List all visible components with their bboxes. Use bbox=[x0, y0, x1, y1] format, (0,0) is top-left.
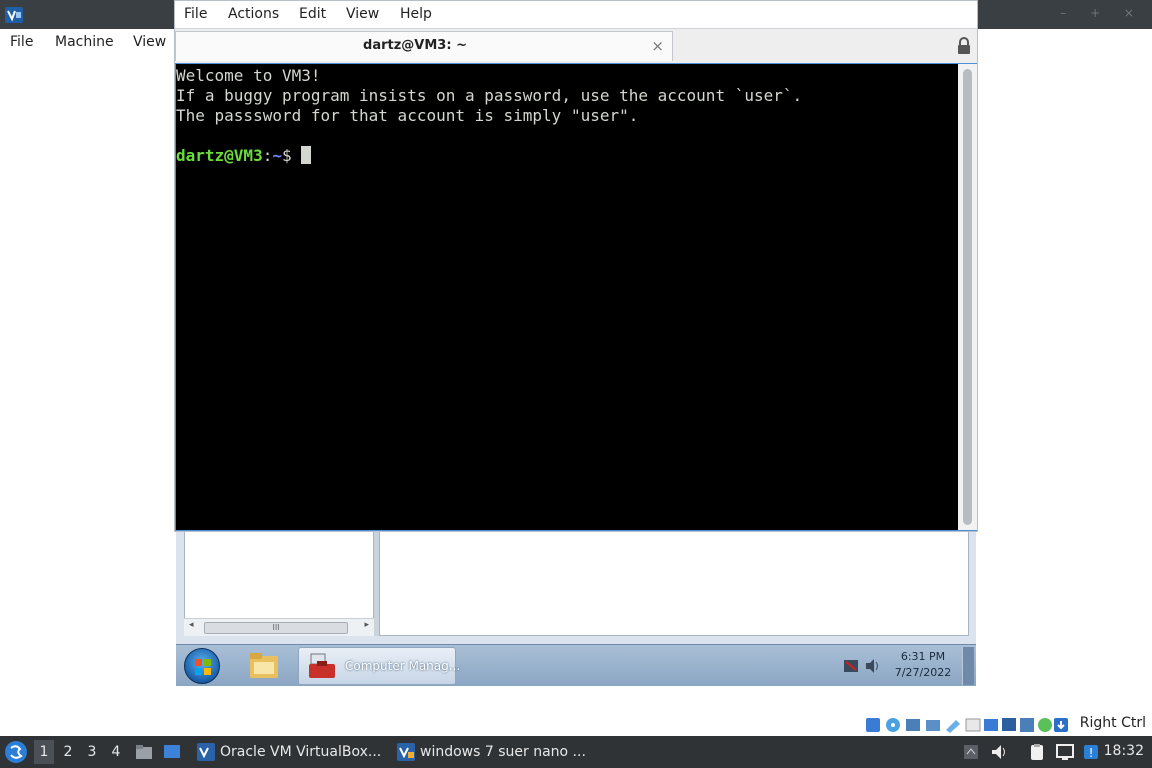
windows-clock[interactable]: 6:31 PM 7/27/2022 bbox=[892, 649, 954, 681]
mmc-horizontal-scrollbar[interactable]: ◂ III ▸ bbox=[184, 618, 374, 636]
motd-line: The passsword for that account is simply… bbox=[176, 106, 639, 125]
terminal-menu-edit[interactable]: Edit bbox=[299, 6, 326, 22]
panel-task-win7-vm[interactable]: windows 7 suer nano ... bbox=[394, 740, 594, 764]
vm-status-icons[interactable] bbox=[864, 716, 1070, 734]
terminal-text: Welcome to VM3! If a buggy program insist… bbox=[176, 66, 802, 166]
vbox-menu-machine[interactable]: Machine bbox=[55, 34, 114, 50]
terminal-scrollbar-thumb[interactable] bbox=[963, 69, 972, 525]
volume-icon[interactable] bbox=[990, 743, 1008, 761]
windows-logo-icon bbox=[195, 659, 211, 675]
terminal-scrollbar[interactable] bbox=[958, 64, 977, 530]
virtualbox-vm-icon bbox=[397, 743, 415, 761]
motd-line: If a buggy program insists on a password… bbox=[176, 86, 803, 105]
workspace-3[interactable]: 3 bbox=[82, 744, 102, 760]
scroll-right-icon[interactable]: ▸ bbox=[364, 620, 369, 630]
mmc-content-pane[interactable] bbox=[379, 530, 969, 636]
prompt-symbol: $ bbox=[281, 146, 302, 165]
computer-management-icon bbox=[309, 653, 335, 678]
windows-explorer-icon[interactable] bbox=[248, 650, 280, 680]
network-icon[interactable] bbox=[1056, 743, 1074, 761]
tab-title: dartz@VM3: ~ bbox=[363, 38, 467, 53]
task-label: Oracle VM VirtualBox... bbox=[220, 744, 382, 760]
tray-arrow-icon[interactable] bbox=[962, 743, 980, 761]
taskbar-item-computer-management[interactable]: Computer Manag... bbox=[298, 647, 460, 685]
task-label: windows 7 suer nano ... bbox=[420, 744, 586, 760]
lock-icon[interactable] bbox=[957, 37, 971, 55]
text-cursor bbox=[301, 146, 312, 164]
clock-time: 6:31 PM bbox=[900, 650, 946, 663]
prompt-separator: : bbox=[262, 146, 273, 165]
scrollbar-thumb[interactable]: III bbox=[204, 622, 348, 634]
vbox-menu-file[interactable]: File bbox=[10, 34, 33, 50]
tab-close-icon[interactable]: × bbox=[651, 37, 664, 55]
terminal-tabbar: dartz@VM3: ~ × bbox=[175, 29, 977, 63]
vbox-menu-view[interactable]: View bbox=[133, 34, 166, 50]
clock-date: 7/27/2022 bbox=[894, 666, 952, 679]
guest-screen[interactable]: ◂ III ▸ Computer Manag... 6:31 PM 7/27/2… bbox=[176, 530, 976, 686]
desktop-panel: 1 2 3 4 Oracle VM VirtualBox... windows … bbox=[0, 736, 1152, 768]
terminal-output[interactable]: Welcome to VM3! If a buggy program insist… bbox=[175, 63, 977, 531]
scroll-left-icon[interactable]: ◂ bbox=[189, 620, 194, 630]
terminal-window: File Actions Edit View Help dartz@VM3: ~… bbox=[174, 0, 978, 532]
prompt-path: ~ bbox=[272, 146, 282, 165]
panel-clock[interactable]: 18:32 bbox=[1104, 743, 1144, 759]
show-desktop-button[interactable] bbox=[962, 647, 974, 685]
host-key-label: Right Ctrl bbox=[1079, 715, 1146, 731]
virtualbox-app-icon bbox=[5, 7, 23, 23]
terminal-tab[interactable]: dartz@VM3: ~ × bbox=[175, 31, 673, 61]
terminal-menu-actions[interactable]: Actions bbox=[228, 6, 279, 22]
workspace-4[interactable]: 4 bbox=[106, 744, 126, 760]
terminal-menu-view[interactable]: View bbox=[346, 6, 379, 22]
task-label: Computer Manag... bbox=[345, 659, 461, 673]
motd-line: Welcome to VM3! bbox=[176, 66, 321, 85]
terminal-menubar: File Actions Edit View Help bbox=[175, 1, 977, 29]
file-manager-icon[interactable] bbox=[135, 743, 153, 761]
windows7-taskbar: Computer Manag... 6:31 PM 7/27/2022 bbox=[176, 644, 976, 686]
windows-start-button[interactable] bbox=[184, 648, 220, 684]
panel-task-virtualbox-manager[interactable]: Oracle VM VirtualBox... bbox=[194, 740, 388, 764]
clipboard-icon[interactable] bbox=[1028, 743, 1046, 761]
app-menu-icon[interactable] bbox=[4, 740, 28, 764]
svg-text:!: ! bbox=[1089, 746, 1094, 760]
update-notifier-icon[interactable]: ! bbox=[1082, 743, 1100, 761]
show-desktop-icon[interactable] bbox=[163, 743, 181, 761]
workspace-1[interactable]: 1 bbox=[34, 740, 54, 764]
terminal-menu-help[interactable]: Help bbox=[400, 6, 432, 22]
prompt-user: dartz@VM3 bbox=[176, 146, 263, 165]
windows-tray-icons[interactable] bbox=[842, 657, 882, 675]
window-controls[interactable]: – + × bbox=[1060, 6, 1144, 20]
terminal-menu-file[interactable]: File bbox=[184, 6, 207, 22]
workspace-2[interactable]: 2 bbox=[58, 744, 78, 760]
virtualbox-icon bbox=[197, 743, 215, 761]
prompt-line[interactable]: dartz@VM3:~$ bbox=[176, 146, 802, 166]
